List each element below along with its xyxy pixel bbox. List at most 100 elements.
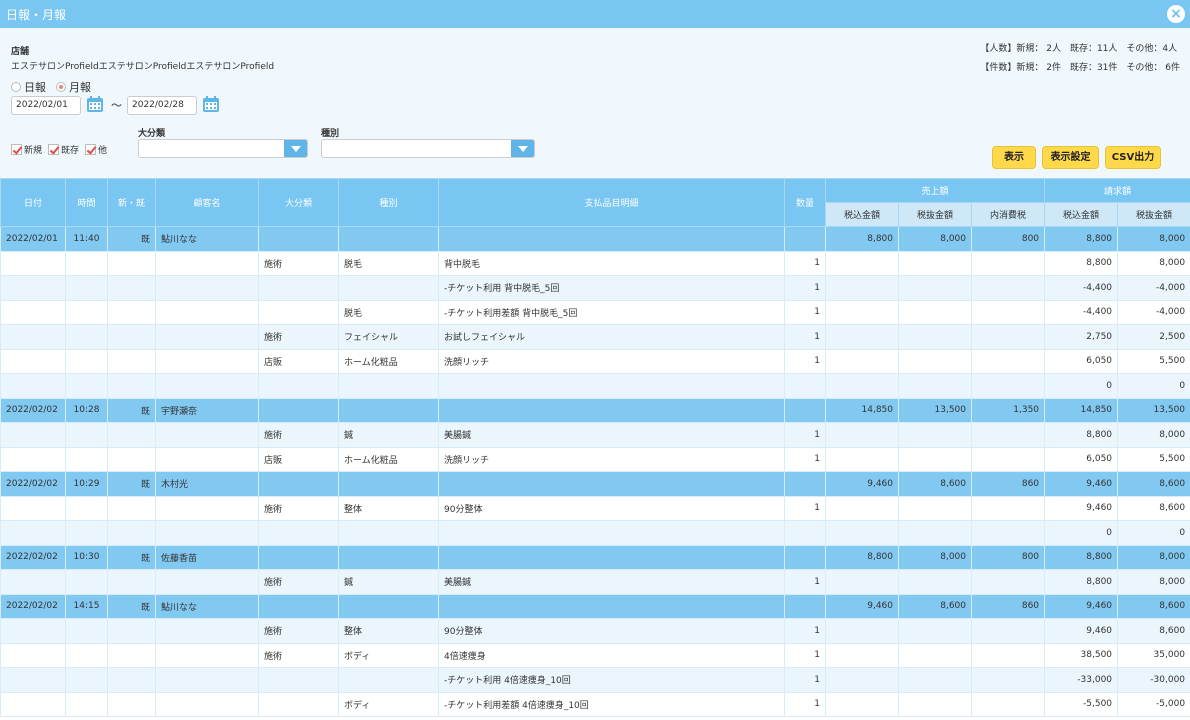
table-row[interactable]: 施術 脱毛 背中脱毛 1 8,800 8,000 [0, 250, 1190, 276]
table-row[interactable]: 施術鍼美腸鍼 1 8,800 8,000 [0, 569, 1190, 595]
header-bill-excl[interactable]: 税抜金額 [1117, 202, 1190, 227]
cell-sales-incl [825, 667, 899, 693]
cell-bill-excl: -5,000 [1117, 691, 1190, 717]
cell-sales-tax: 800 [970, 226, 1046, 252]
table-row[interactable]: 施術 フェイシャル お試しフェイシャル 1 2,750 2,500 [0, 324, 1190, 350]
calendar-icon[interactable] [86, 95, 104, 113]
cell-date: 2022/02/02 [0, 593, 66, 619]
header-customer[interactable]: 顧客名 [155, 178, 259, 227]
cell-date [0, 520, 66, 546]
cell-item: -チケット利用 4倍速痩身_10回 [438, 667, 785, 693]
calendar-icon[interactable] [202, 95, 220, 113]
existing-checkbox[interactable]: 既存 [48, 143, 79, 156]
cell-item [438, 520, 785, 546]
cell-new-existing [107, 520, 156, 546]
cell-time [65, 691, 108, 717]
header-item[interactable]: 支払品目明細 [438, 178, 785, 227]
header-new-existing[interactable]: 新・既 [107, 178, 156, 227]
cell-time [65, 324, 108, 350]
cell-sales-tax [970, 422, 1046, 448]
table-row[interactable]: 脱毛 -チケット利用差額 背中脱毛_5回 1 -4,400 -4,000 [0, 299, 1190, 325]
table-row[interactable]: 00 [0, 373, 1190, 399]
major-category-select[interactable] [138, 139, 308, 158]
close-icon[interactable]: × [1167, 5, 1185, 23]
customer-row[interactable]: 2022/02/02 10:29 既木村光 9,460 8,600 860 9,460 8,6… [0, 471, 1190, 497]
new-checkbox[interactable]: 新規 [11, 143, 42, 156]
table-row[interactable]: -チケット利用 4倍速痩身_10回 1 -33,000 -30,000 [0, 667, 1190, 693]
cell-customer [155, 667, 259, 693]
table-row[interactable]: 施術 整体 90分整体 1 9,460 8,600 [0, 618, 1190, 644]
cell-bill-excl: 8,000 [1117, 569, 1190, 595]
table-row[interactable]: 施術 ボディ 4倍速痩身 1 38,500 35,000 [0, 642, 1190, 668]
cell-date [0, 495, 66, 521]
customer-row[interactable]: 2022/02/02 14:15 既鮎川なな 9,460 8,600 860 9,460 8,… [0, 593, 1190, 619]
chevron-down-icon[interactable] [284, 140, 307, 157]
cell-sales-incl: 9,460 [825, 471, 899, 497]
cell-new-existing: 既 [107, 593, 156, 619]
cell-sales-tax [970, 299, 1046, 325]
header-sales-excl[interactable]: 税抜金額 [898, 202, 972, 227]
csv-export-button[interactable]: CSV出力 [1105, 146, 1161, 169]
table-row[interactable]: 施術 整体 90分整体 1 9,460 8,600 [0, 495, 1190, 521]
customer-row[interactable]: 2022/02/02 10:28 既宇野瀬奈 14,850 13,500 1,350 14,… [0, 397, 1190, 423]
header-bill-incl[interactable]: 税込金額 [1044, 202, 1119, 227]
customer-row[interactable]: 2022/02/01 11:40 既鮎川なな 8,800 8,000 800 8,800 8,… [0, 226, 1190, 252]
cell-type: 整体 [338, 495, 439, 521]
type-select[interactable] [321, 139, 535, 158]
header-date[interactable]: 日付 [0, 178, 66, 227]
table-row[interactable]: 00 [0, 520, 1190, 546]
cell-bill-excl: 8,600 [1117, 471, 1190, 497]
other-checkbox-box[interactable] [85, 144, 97, 155]
daily-radio-circle[interactable] [11, 82, 21, 92]
cell-item: お試しフェイシャル [438, 324, 785, 350]
monthly-radio[interactable]: 月報 [56, 79, 91, 95]
cell-date: 2022/02/02 [0, 544, 66, 570]
cell-item [438, 593, 785, 619]
cell-customer [155, 324, 259, 350]
cell-sales-excl: 8,600 [898, 471, 972, 497]
table-row[interactable]: -チケット利用 背中脱毛_5回 1 -4,400 -4,000 [0, 275, 1190, 301]
cell-quantity: 1 [784, 422, 826, 448]
table-row[interactable]: ボディ -チケット利用差額 4倍速痩身_10回 1 -5,500 -5,000 [0, 691, 1190, 717]
cell-customer: 木村光 [155, 471, 259, 497]
cell-quantity [784, 593, 826, 619]
cell-type [338, 373, 439, 399]
cell-bill-incl: 14,850 [1044, 397, 1119, 423]
cell-major-category: 施術 [258, 642, 339, 668]
daily-radio[interactable]: 日報 [11, 79, 46, 95]
cell-time [65, 569, 108, 595]
cell-time: 10:28 [65, 397, 108, 423]
header-quantity[interactable]: 数量 [784, 178, 826, 227]
header-sales-incl[interactable]: 税込金額 [825, 202, 899, 227]
header-major-category[interactable]: 大分類 [258, 178, 339, 227]
new-checkbox-box[interactable] [11, 144, 22, 155]
cell-sales-tax: 860 [970, 593, 1046, 619]
table-row[interactable]: 店販 ホーム化粧品 洗顔リッチ 1 6,050 5,500 [0, 446, 1190, 472]
header-time[interactable]: 時間 [65, 178, 108, 227]
cell-quantity: 1 [784, 348, 826, 374]
customer-row[interactable]: 2022/02/02 10:30 既佐藤香苗 8,800 8,000 800 8,800 8,… [0, 544, 1190, 570]
existing-checkbox-box[interactable] [48, 144, 60, 155]
cell-new-existing [107, 495, 156, 521]
monthly-radio-circle[interactable] [56, 82, 66, 92]
header-type[interactable]: 種別 [338, 178, 439, 227]
show-button[interactable]: 表示 [992, 146, 1036, 169]
other-checkbox[interactable]: 他 [85, 143, 107, 156]
stats-cases: 【件数】新規： 2件 既存：31件 その他： 6件 [980, 63, 1180, 73]
cell-time [65, 250, 108, 276]
cell-sales-tax [970, 446, 1046, 472]
show-settings-button[interactable]: 表示設定 [1042, 146, 1099, 169]
table-row[interactable]: 店販 ホーム化粧品 洗顔リッチ 1 6,050 5,500 [0, 348, 1190, 374]
cell-sales-excl: 8,600 [898, 593, 972, 619]
chevron-down-icon[interactable] [511, 140, 534, 157]
cell-date [0, 569, 66, 595]
cell-customer [155, 422, 259, 448]
cell-sales-tax [970, 691, 1046, 717]
table-row[interactable]: 施術鍼美腸鍼 1 8,800 8,000 [0, 422, 1190, 448]
header-sales-tax[interactable]: 内消費税 [970, 202, 1046, 227]
cell-sales-tax [970, 324, 1046, 350]
date-to-input[interactable]: 2022/02/28 [127, 96, 197, 115]
cell-customer [155, 691, 259, 717]
date-from-input[interactable]: 2022/02/01 [11, 96, 81, 115]
cell-sales-tax [970, 495, 1046, 521]
